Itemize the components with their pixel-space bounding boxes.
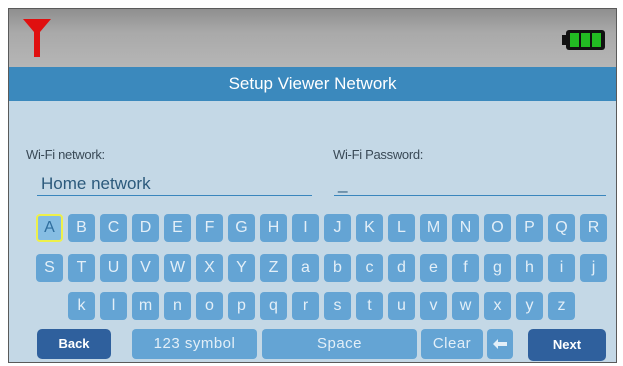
key-W[interactable]: W bbox=[164, 254, 191, 282]
key-E[interactable]: E bbox=[164, 214, 191, 242]
keyboard-row-2: STUVWXYZabcdefghij bbox=[9, 254, 616, 282]
key-A[interactable]: A bbox=[36, 214, 63, 242]
key-z[interactable]: z bbox=[548, 292, 575, 320]
wifi-password-input[interactable]: _ bbox=[334, 172, 606, 196]
key-M[interactable]: M bbox=[420, 214, 447, 242]
key-H[interactable]: H bbox=[260, 214, 287, 242]
key-r[interactable]: r bbox=[292, 292, 319, 320]
key-O[interactable]: O bbox=[484, 214, 511, 242]
key-g[interactable]: g bbox=[484, 254, 511, 282]
key-F[interactable]: F bbox=[196, 214, 223, 242]
key-a[interactable]: a bbox=[292, 254, 319, 282]
wifi-network-input[interactable]: Home network bbox=[37, 172, 312, 196]
key-u[interactable]: u bbox=[388, 292, 415, 320]
key-b[interactable]: b bbox=[324, 254, 351, 282]
key-i[interactable]: i bbox=[548, 254, 575, 282]
key-m[interactable]: m bbox=[132, 292, 159, 320]
key-t[interactable]: t bbox=[356, 292, 383, 320]
wifi-network-label: Wi-Fi network: bbox=[26, 147, 105, 162]
key-Z[interactable]: Z bbox=[260, 254, 287, 282]
key-Q[interactable]: Q bbox=[548, 214, 575, 242]
key-T[interactable]: T bbox=[68, 254, 95, 282]
next-button[interactable]: Next bbox=[528, 329, 606, 361]
key-y[interactable]: y bbox=[516, 292, 543, 320]
status-bar bbox=[9, 9, 616, 67]
keyboard-row-1: ABCDEFGHIJKLMNOPQR bbox=[9, 214, 616, 242]
key-n[interactable]: n bbox=[164, 292, 191, 320]
key-k[interactable]: k bbox=[68, 292, 95, 320]
key-h[interactable]: h bbox=[516, 254, 543, 282]
key-c[interactable]: c bbox=[356, 254, 383, 282]
backspace-button[interactable] bbox=[487, 329, 513, 359]
key-j[interactable]: j bbox=[580, 254, 607, 282]
key-I[interactable]: I bbox=[292, 214, 319, 242]
key-Y[interactable]: Y bbox=[228, 254, 255, 282]
battery-icon bbox=[562, 30, 605, 50]
page-title: Setup Viewer Network bbox=[9, 67, 616, 101]
device-screen: Setup Viewer Network Wi-Fi network: Home… bbox=[8, 8, 617, 363]
key-e[interactable]: e bbox=[420, 254, 447, 282]
key-X[interactable]: X bbox=[196, 254, 223, 282]
key-l[interactable]: l bbox=[100, 292, 127, 320]
key-V[interactable]: V bbox=[132, 254, 159, 282]
key-o[interactable]: o bbox=[196, 292, 223, 320]
keyboard-row-3: klmnopqrstuvwxyz bbox=[9, 292, 616, 320]
wifi-password-label: Wi-Fi Password: bbox=[333, 147, 424, 162]
key-B[interactable]: B bbox=[68, 214, 95, 242]
key-v[interactable]: v bbox=[420, 292, 447, 320]
key-S[interactable]: S bbox=[36, 254, 63, 282]
key-p[interactable]: p bbox=[228, 292, 255, 320]
key-U[interactable]: U bbox=[100, 254, 127, 282]
key-q[interactable]: q bbox=[260, 292, 287, 320]
key-P[interactable]: P bbox=[516, 214, 543, 242]
key-G[interactable]: G bbox=[228, 214, 255, 242]
key-K[interactable]: K bbox=[356, 214, 383, 242]
signal-icon bbox=[23, 19, 51, 57]
back-button[interactable]: Back bbox=[37, 329, 111, 359]
space-button[interactable]: Space bbox=[262, 329, 417, 359]
key-N[interactable]: N bbox=[452, 214, 479, 242]
key-s[interactable]: s bbox=[324, 292, 351, 320]
key-J[interactable]: J bbox=[324, 214, 351, 242]
clear-button[interactable]: Clear bbox=[421, 329, 483, 359]
backspace-arrow-icon bbox=[493, 339, 507, 349]
key-d[interactable]: d bbox=[388, 254, 415, 282]
key-L[interactable]: L bbox=[388, 214, 415, 242]
symbol-button[interactable]: 123 symbol bbox=[132, 329, 257, 359]
key-C[interactable]: C bbox=[100, 214, 127, 242]
key-x[interactable]: x bbox=[484, 292, 511, 320]
key-R[interactable]: R bbox=[580, 214, 607, 242]
key-f[interactable]: f bbox=[452, 254, 479, 282]
key-D[interactable]: D bbox=[132, 214, 159, 242]
key-w[interactable]: w bbox=[452, 292, 479, 320]
